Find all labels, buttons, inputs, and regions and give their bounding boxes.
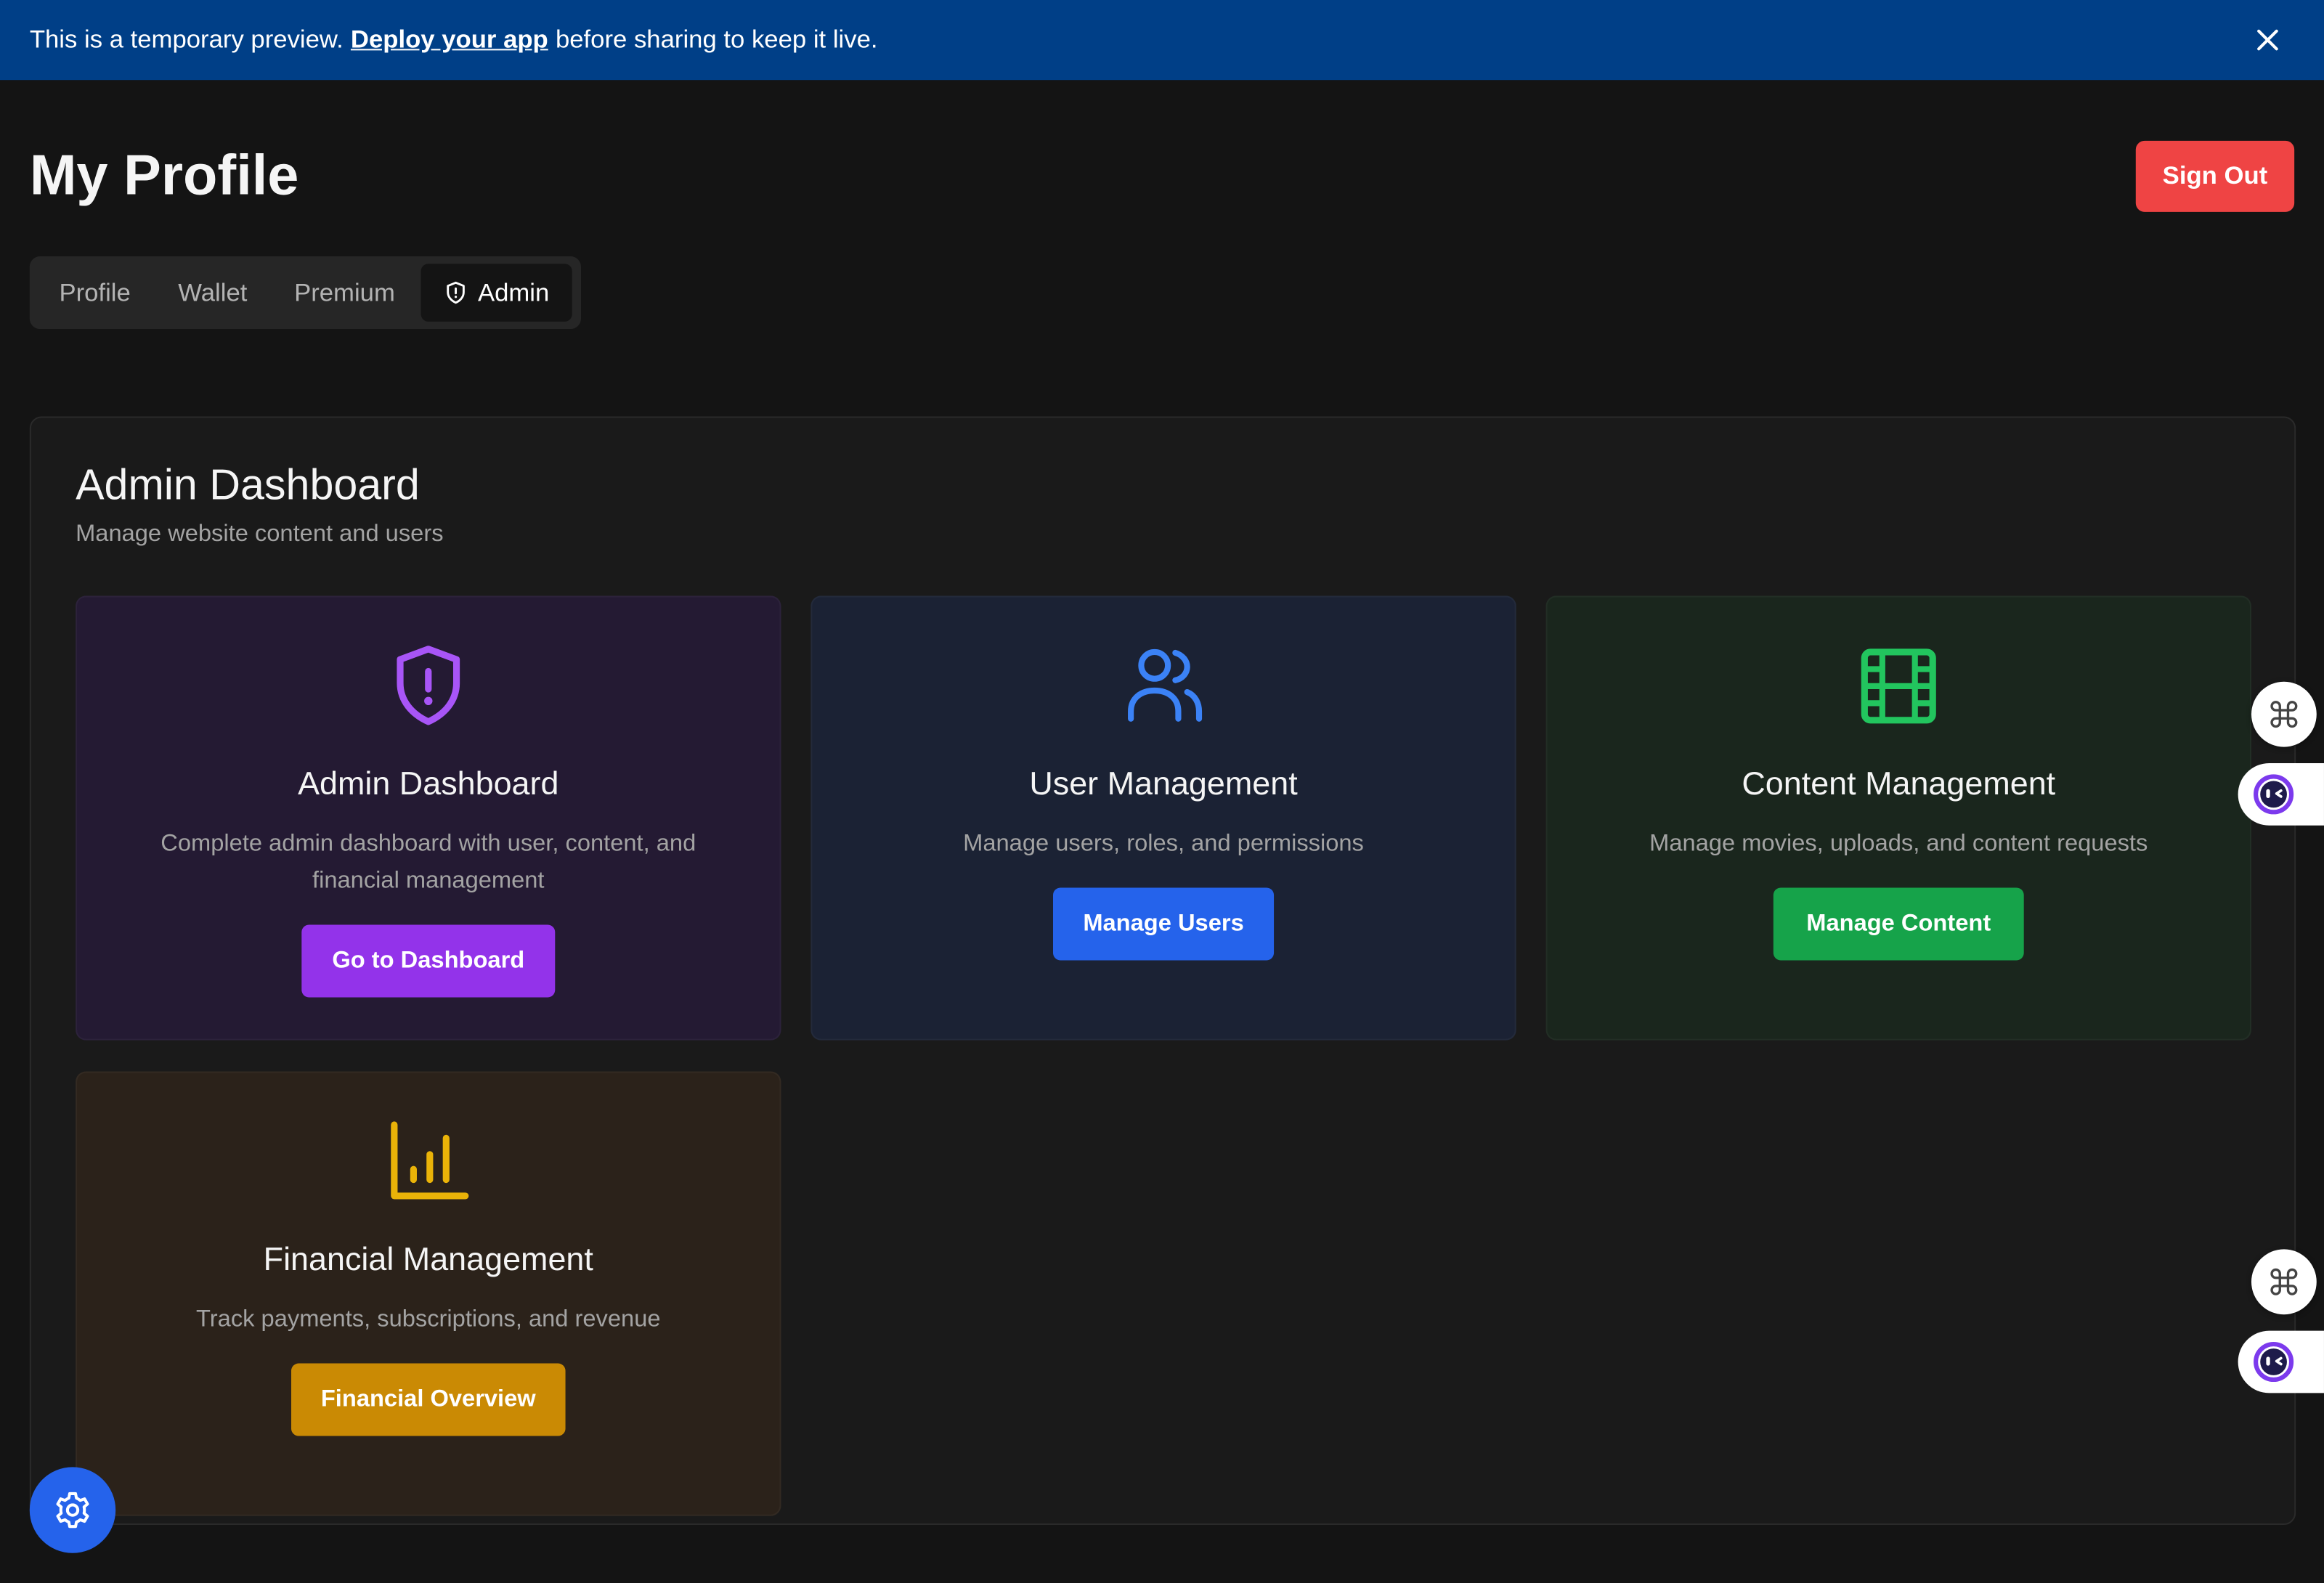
tab-label: Wallet [178,277,248,306]
card-title: Financial Management [263,1240,593,1278]
assistant-widget-button-2[interactable] [2238,1330,2324,1393]
admin-panel: Admin Dashboard Manage website content a… [29,416,2296,1525]
command-menu-button-2[interactable] [2251,1249,2317,1315]
tab-label: Profile [59,277,131,306]
app-root: This is a temporary preview. Deploy your… [0,0,2324,1583]
card-description: Complete admin dashboard with user, cont… [161,831,696,894]
financial-management-card: Financial Management Track payments, sub… [76,1071,781,1516]
manage-users-button[interactable]: Manage Users [1052,887,1275,961]
admin-dashboard-card: Admin Dashboard Complete admin dashboard… [76,595,781,1041]
panel-title: Admin Dashboard [76,462,420,510]
preview-banner: This is a temporary preview. Deploy your… [0,0,2324,81]
command-icon [2270,1268,2298,1295]
go-to-dashboard-button[interactable]: Go to Dashboard [301,924,556,998]
command-icon [2270,701,2298,728]
tab-label: Premium [294,277,395,306]
card-title: Content Management [1742,765,2056,802]
gear-icon [56,1492,89,1529]
card-description: Track payments, subscriptions, and reven… [196,1306,661,1332]
shield-alert-icon [447,281,466,304]
financial-overview-button[interactable]: Financial Overview [291,1363,566,1436]
card-description: Manage movies, uploads, and content requ… [1649,831,2148,857]
manage-content-button[interactable]: Manage Content [1773,887,2024,961]
card-title: Admin Dashboard [298,765,559,802]
assistant-face-icon [2254,1341,2294,1383]
tab-wallet[interactable]: Wallet [157,264,268,322]
shield-alert-icon [397,646,460,725]
banner-text-after: before sharing to keep it live. [555,25,878,54]
user-management-card: User Management Manage users, roles, and… [810,595,1516,1041]
banner-text: This is a temporary preview. [29,25,344,54]
card-description: Manage users, roles, and permissions [963,831,1364,857]
tab-admin[interactable]: Admin [420,264,572,322]
sign-out-button[interactable]: Sign Out [2135,140,2295,212]
profile-tabs: Profile Wallet Premium Admin [29,256,581,330]
tab-premium[interactable]: Premium [275,264,415,322]
users-icon [1128,648,1203,722]
settings-button[interactable] [29,1467,116,1553]
assistant-widget-button[interactable] [2238,763,2324,826]
film-icon [1861,648,1936,724]
close-icon[interactable] [2253,25,2283,55]
assistant-face-icon [2254,774,2294,815]
tab-label: Admin [477,277,550,306]
card-title: User Management [1029,765,1298,802]
panel-subtitle: Manage website content and users [76,521,444,548]
content-management-card: Content Management Manage movies, upload… [1545,595,2251,1041]
page-title: My Profile [29,145,299,208]
deploy-app-link[interactable]: Deploy your app [351,25,548,55]
command-menu-button[interactable] [2251,681,2317,747]
bar-chart-icon [391,1121,469,1200]
tab-profile[interactable]: Profile [38,264,151,322]
